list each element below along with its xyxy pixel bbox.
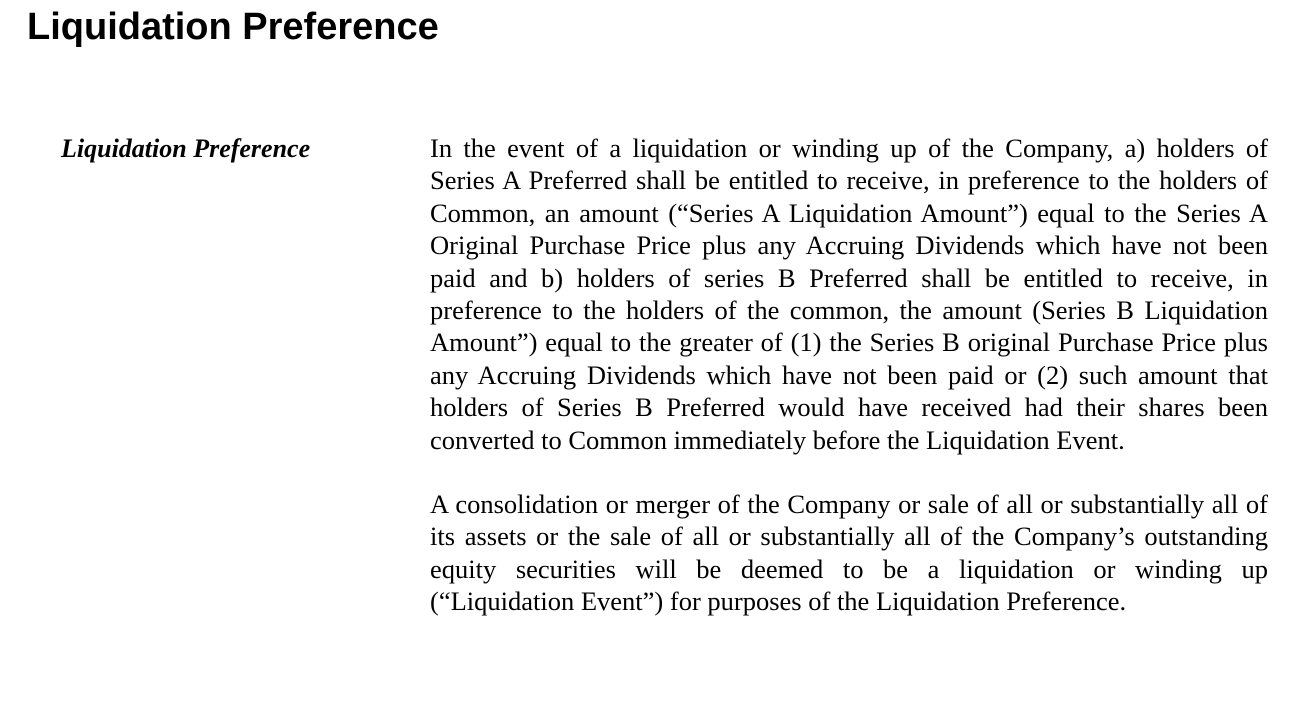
- term-body: In the event of a liquidation or winding…: [430, 132, 1268, 618]
- term-paragraph-deemed-liquidation: A consolidation or merger of the Company…: [430, 489, 1268, 617]
- page-title: Liquidation Preference: [27, 6, 439, 48]
- term-label: Liquidation Preference: [61, 134, 311, 163]
- term-paragraph-liquidation-amounts: In the event of a liquidation or winding…: [430, 133, 1268, 455]
